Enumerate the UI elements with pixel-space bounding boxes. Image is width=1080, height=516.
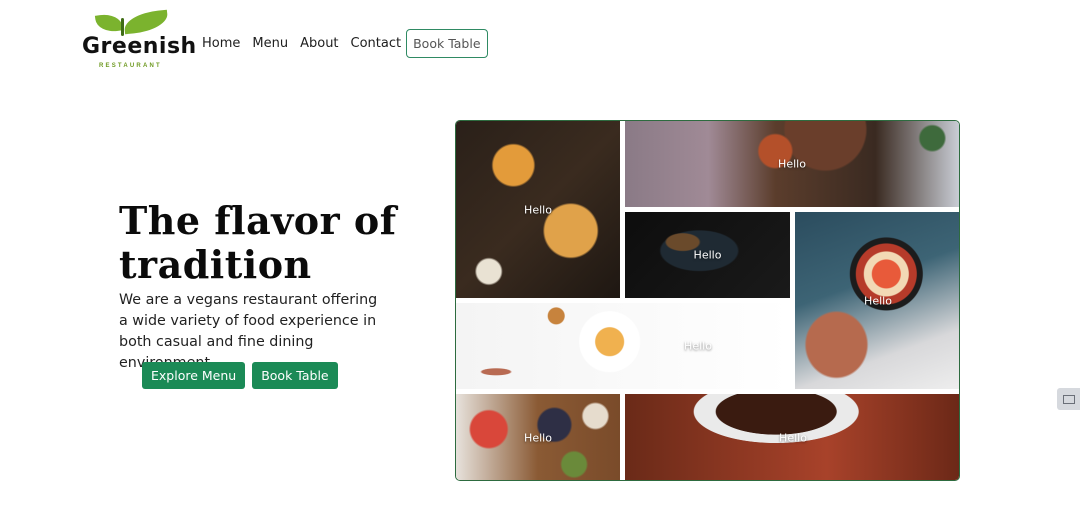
gallery-tile[interactable]: Hello xyxy=(625,121,959,207)
nav-menu[interactable]: Menu xyxy=(252,36,288,51)
explore-menu-button[interactable]: Explore Menu xyxy=(142,362,246,389)
main-nav: Home Menu About Contact Book Table xyxy=(202,28,488,58)
food-gallery: Hello Hello Hello Hello Hello Hello Hell… xyxy=(455,120,960,481)
nav-book-table-button[interactable]: Book Table xyxy=(406,28,488,58)
leaf-icon xyxy=(94,12,124,34)
leaf-icon xyxy=(123,9,169,35)
brand-tagline: RESTAURANT xyxy=(99,63,162,69)
mail-icon xyxy=(1062,394,1075,404)
gallery-tile-label: Hello xyxy=(524,431,552,445)
gallery-tile[interactable]: Hello xyxy=(456,394,620,480)
gallery-tile-label: Hello xyxy=(864,294,892,307)
gallery-tile[interactable]: Hello xyxy=(456,303,790,389)
nav-home[interactable]: Home xyxy=(202,36,240,51)
gallery-tile-label: Hello xyxy=(524,203,552,216)
brand-logo[interactable]: Greenish RESTAURANT xyxy=(82,9,196,72)
gallery-tile-label: Hello xyxy=(779,431,807,445)
gallery-tile[interactable]: Hello xyxy=(795,212,959,389)
gallery-tile-label: Hello xyxy=(684,339,712,353)
nav-about[interactable]: About xyxy=(300,36,338,51)
hero-actions: Explore Menu Book Table xyxy=(142,362,338,389)
gallery-tile[interactable]: Hello xyxy=(625,394,959,480)
book-table-button[interactable]: Book Table xyxy=(252,362,338,389)
gallery-tile[interactable]: Hello xyxy=(625,212,790,298)
nav-contact[interactable]: Contact xyxy=(351,36,402,51)
gallery-tile-label: Hello xyxy=(693,248,722,262)
gallery-tile[interactable]: Hello xyxy=(456,121,620,298)
gallery-tile-label: Hello xyxy=(778,157,806,171)
feedback-tab[interactable] xyxy=(1057,388,1080,410)
hero-title: The flavor of tradition xyxy=(119,198,397,287)
brand-name: Greenish xyxy=(82,34,197,59)
